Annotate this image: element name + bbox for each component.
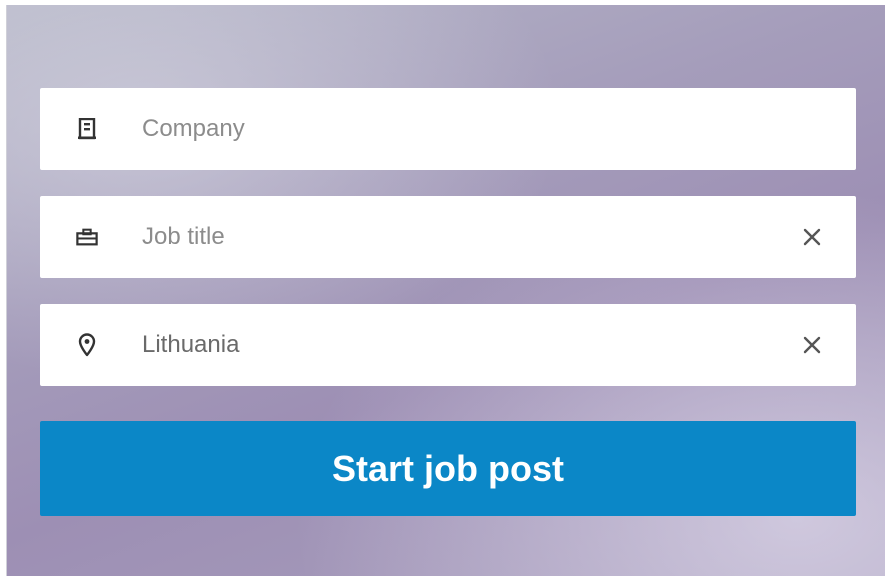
- location-field[interactable]: Lithuania: [40, 304, 856, 386]
- company-input-placeholder: Company: [142, 115, 245, 142]
- clear-job-title-icon[interactable]: [802, 227, 822, 247]
- start-job-post-button[interactable]: Start job post: [40, 421, 856, 516]
- building-icon: [76, 118, 98, 140]
- company-field[interactable]: Company: [40, 88, 856, 170]
- job-title-field[interactable]: Job title: [40, 196, 856, 278]
- location-input-value: Lithuania: [142, 331, 240, 358]
- job-title-input-placeholder: Job title: [142, 223, 225, 250]
- clear-location-icon[interactable]: [802, 335, 822, 355]
- briefcase-icon: [76, 226, 98, 248]
- location-pin-icon: [76, 333, 98, 357]
